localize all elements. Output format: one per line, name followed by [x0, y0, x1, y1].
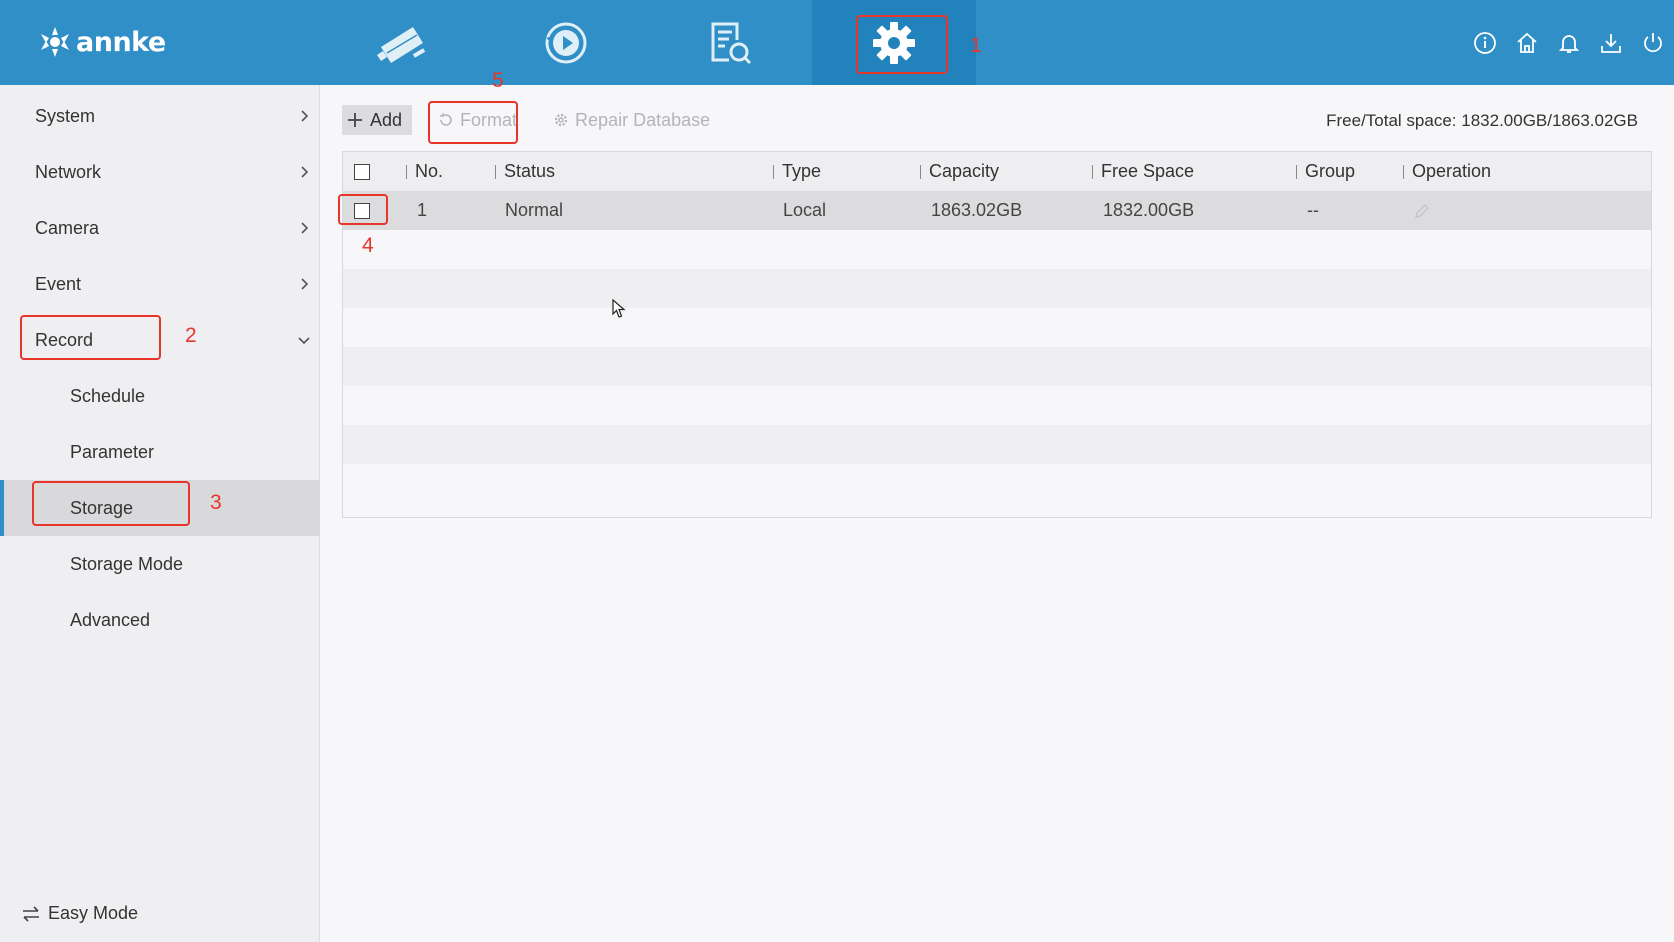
- bell-icon: [1558, 34, 1580, 53]
- sidebar-item-event[interactable]: Event: [0, 256, 320, 312]
- file-search-icon: [711, 22, 752, 64]
- sidebar-item-system[interactable]: System: [0, 88, 320, 144]
- header-free-space: Free Space: [1092, 152, 1194, 191]
- annotation-box-checkbox: [338, 194, 388, 225]
- edit-button[interactable]: [1414, 191, 1430, 230]
- header-type: Type: [773, 152, 821, 191]
- annotation-number: 5: [492, 69, 504, 92]
- annotation-box-record: [20, 315, 161, 360]
- switch-arrows-icon: [23, 905, 39, 922]
- brand-logo: annke: [38, 22, 166, 62]
- sidebar-item-advanced[interactable]: Advanced: [0, 592, 320, 648]
- sidebar-item-label: System: [35, 105, 96, 126]
- free-total-space: Free/Total space: 1832.00GB/1863.02GB: [1326, 111, 1638, 130]
- select-all-checkbox[interactable]: [354, 152, 370, 191]
- chevron-right-icon: [301, 278, 309, 290]
- header-group: Group: [1296, 152, 1355, 191]
- storage-table: No. Status Type Capacity Free Space Grou…: [342, 151, 1652, 518]
- annotation-number: 4: [362, 234, 374, 257]
- gear-small-icon: [554, 113, 568, 127]
- home-button[interactable]: [1506, 22, 1548, 64]
- easy-mode-label: Easy Mode: [48, 903, 139, 923]
- plus-icon: [348, 113, 362, 127]
- table-row[interactable]: 1 Normal Local 1863.02GB 1832.00GB --: [343, 191, 1651, 230]
- playback-icon: [545, 22, 587, 63]
- power-button[interactable]: [1632, 22, 1674, 64]
- sidebar-item-network[interactable]: Network: [0, 144, 320, 200]
- sidebar-item-label: Advanced: [70, 609, 151, 630]
- top-right-icons: [1464, 0, 1674, 85]
- download-button[interactable]: [1590, 22, 1632, 64]
- cell-free-space: 1832.00GB: [1103, 200, 1195, 220]
- table-row-empty: [343, 464, 1651, 503]
- chevron-down-icon: [298, 337, 310, 345]
- table-row-empty: [343, 386, 1651, 425]
- repair-database-label: Repair Database: [575, 109, 711, 130]
- nav-live-view[interactable]: [320, 0, 484, 85]
- annotation-box-storage: [32, 481, 190, 526]
- sidebar-item-schedule[interactable]: Schedule: [0, 368, 320, 424]
- sidebar-item-parameter[interactable]: Parameter: [0, 424, 320, 480]
- sidebar-item-label: Storage Mode: [70, 553, 184, 574]
- add-label: Add: [370, 109, 403, 130]
- annotation-number: 3: [210, 491, 222, 514]
- logo-icon: [41, 27, 69, 57]
- storage-toolbar: Add Format Repair Database: [342, 103, 742, 137]
- header-status: Status: [495, 152, 555, 191]
- power-icon: [1644, 32, 1662, 52]
- mouse-cursor-icon: [612, 299, 626, 318]
- table-row-empty: [343, 269, 1651, 308]
- header-operation: Operation: [1403, 152, 1491, 191]
- sidebar-item-label: Schedule: [70, 385, 146, 406]
- nav-search[interactable]: [648, 0, 812, 85]
- notification-button[interactable]: [1548, 22, 1590, 64]
- camera-icon: [377, 26, 426, 63]
- chevron-right-icon: [301, 166, 309, 178]
- annotation-box-format: [428, 101, 518, 144]
- sidebar-item-label: Parameter: [70, 441, 155, 462]
- sidebar-item-label: Camera: [35, 217, 100, 238]
- sidebar-item-storage-mode[interactable]: Storage Mode: [0, 536, 320, 592]
- cell-type: Local: [783, 200, 827, 220]
- cell-capacity: 1863.02GB: [931, 200, 1023, 220]
- edit-icon: [1415, 203, 1429, 218]
- logo-text: annke: [76, 26, 166, 58]
- header-no: No.: [406, 152, 443, 191]
- table-header: No. Status Type Capacity Free Space Grou…: [343, 152, 1651, 191]
- table-row-empty: [343, 230, 1651, 269]
- sidebar-item-label: Event: [35, 273, 82, 294]
- info-button[interactable]: [1464, 22, 1506, 64]
- chevron-right-icon: [301, 110, 309, 122]
- table-row-empty: [343, 347, 1651, 386]
- download-icon: [1601, 33, 1621, 53]
- header-capacity: Capacity: [920, 152, 999, 191]
- sidebar-item-label: Network: [35, 161, 102, 182]
- nav-playback[interactable]: [484, 0, 648, 85]
- annotation-box-settings: [856, 15, 948, 74]
- table-row-empty: [343, 425, 1651, 464]
- sidebar-item-camera[interactable]: Camera: [0, 200, 320, 256]
- table-row-empty: [343, 308, 1651, 347]
- cell-group: --: [1307, 200, 1319, 220]
- easy-mode-button[interactable]: Easy Mode: [22, 903, 138, 924]
- cell-no: 1: [417, 200, 428, 220]
- add-button[interactable]: Add: [342, 105, 413, 135]
- home-icon: [1517, 32, 1537, 53]
- cell-status: Normal: [505, 200, 564, 220]
- annotation-number: 1: [970, 34, 982, 57]
- repair-database-button[interactable]: Repair Database: [549, 105, 720, 135]
- top-bar: annke: [0, 0, 1674, 85]
- annotation-number: 2: [185, 324, 197, 347]
- chevron-right-icon: [301, 222, 309, 234]
- info-icon: [1474, 31, 1496, 54]
